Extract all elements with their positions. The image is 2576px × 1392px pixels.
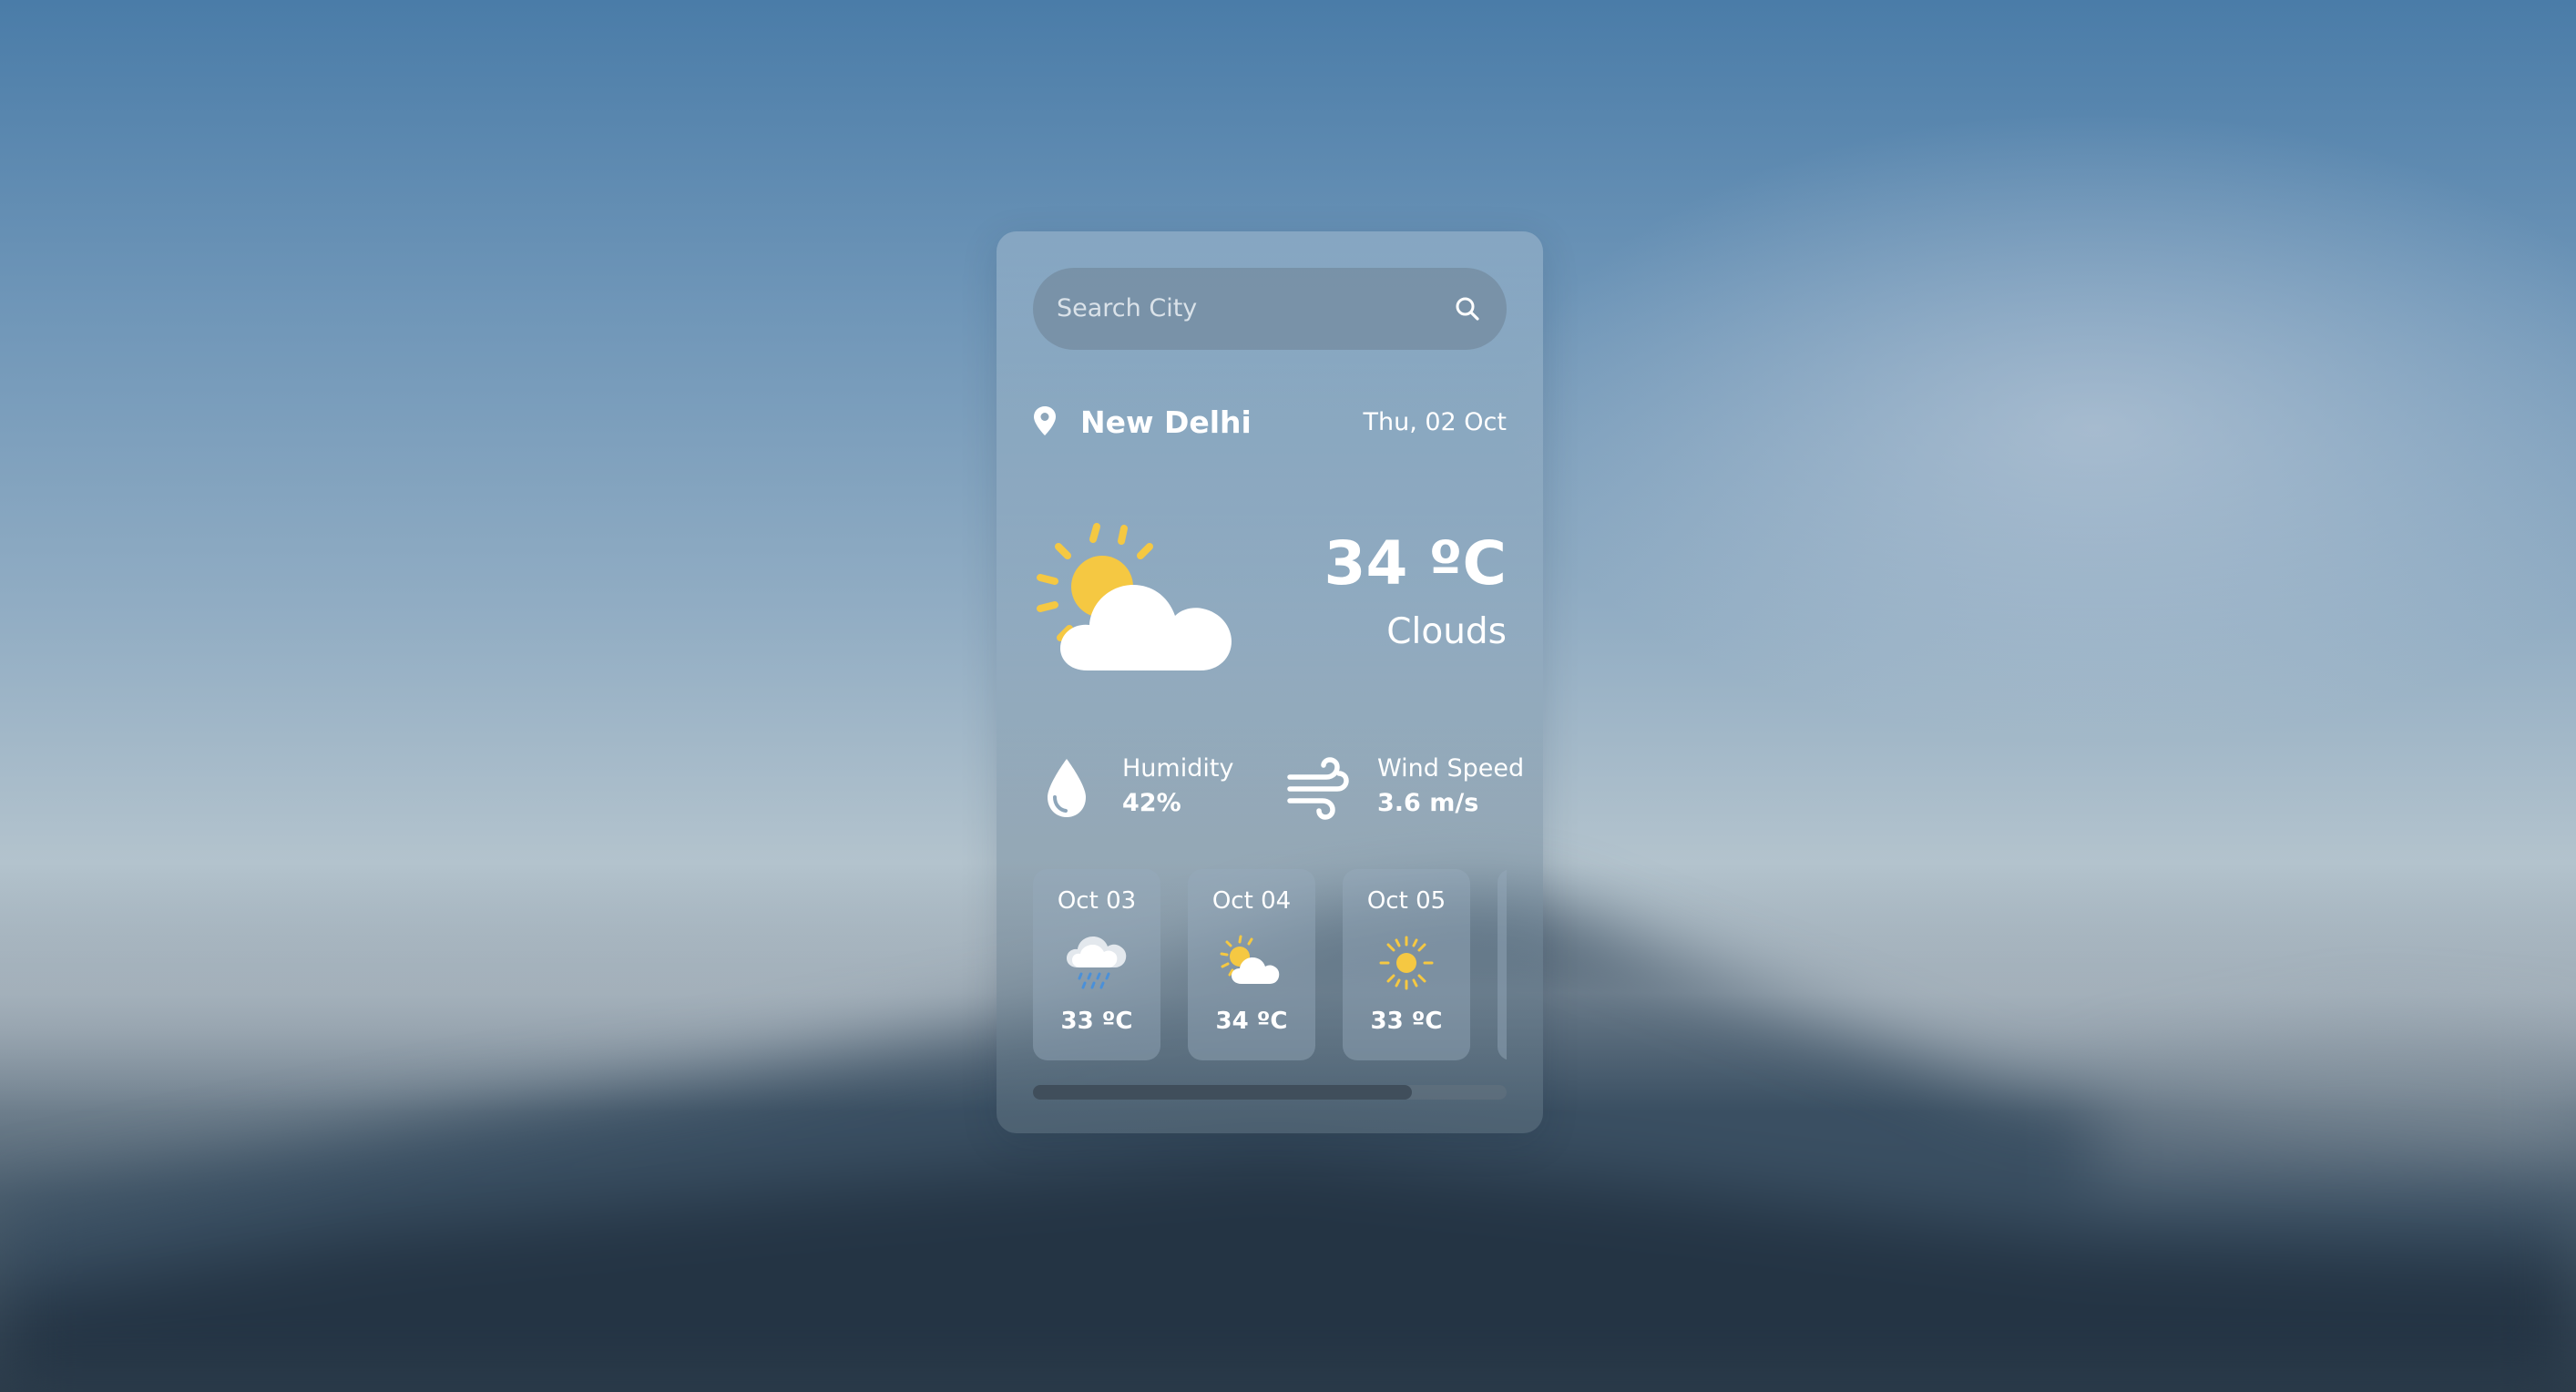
search-icon[interactable] (1454, 295, 1481, 322)
humidity-stat: Humidity 42% (1044, 746, 1253, 828)
partly-cloudy-icon (1037, 523, 1232, 670)
humidity-label: Humidity (1122, 754, 1234, 783)
forecast-date: Oct 05 (1366, 887, 1446, 915)
forecast-card[interactable]: Oct 05 33 ºC (1343, 869, 1470, 1060)
wind-value: 3.6 m/s (1377, 789, 1479, 817)
wind-label: Wind Speed (1377, 754, 1525, 783)
forecast-card[interactable]: Oct 03 33 ºC (1033, 869, 1160, 1060)
forecast-card[interactable]: Oct 04 34 ºC (1188, 869, 1315, 1060)
humidity-value: 42% (1122, 789, 1181, 817)
rain-cloud-icon (1067, 937, 1127, 989)
forecast-card-partial[interactable] (1498, 869, 1507, 1060)
sun-icon (1379, 936, 1434, 990)
location-row: New Delhi Thu, 02 Oct (1033, 400, 1507, 445)
forecast-date: Oct 04 (1211, 887, 1292, 915)
forecast-list[interactable]: Oct 03 33 ºC Oct 04 34 ºC Oct 05 33 ºC (1033, 869, 1507, 1060)
wind-stat: Wind Speed 3.6 m/s (1286, 746, 1524, 828)
current-condition: Clouds (1386, 611, 1507, 652)
city-name: New Delhi (1080, 404, 1252, 440)
current-date: Thu, 02 Oct (1363, 408, 1507, 436)
forecast-temp: 33 ºC (1060, 1008, 1133, 1035)
forecast-date: Oct 03 (1057, 887, 1137, 915)
search-input[interactable]: Search City (1057, 268, 1197, 350)
weather-card: Search City New Delhi Thu, 02 Oct 34 ºC … (997, 231, 1543, 1133)
search-bar[interactable]: Search City (1033, 268, 1507, 350)
water-drop-icon (1048, 759, 1086, 817)
map-pin-icon (1034, 406, 1056, 435)
scrollbar-thumb[interactable] (1033, 1085, 1412, 1100)
current-temperature: 34 ºC (1324, 528, 1507, 599)
forecast-temp: 34 ºC (1215, 1008, 1288, 1035)
forecast-scrollbar[interactable] (1033, 1085, 1507, 1100)
forecast-temp: 33 ºC (1370, 1008, 1443, 1035)
partly-cloudy-icon (1220, 935, 1280, 984)
wind-icon (1287, 757, 1349, 820)
